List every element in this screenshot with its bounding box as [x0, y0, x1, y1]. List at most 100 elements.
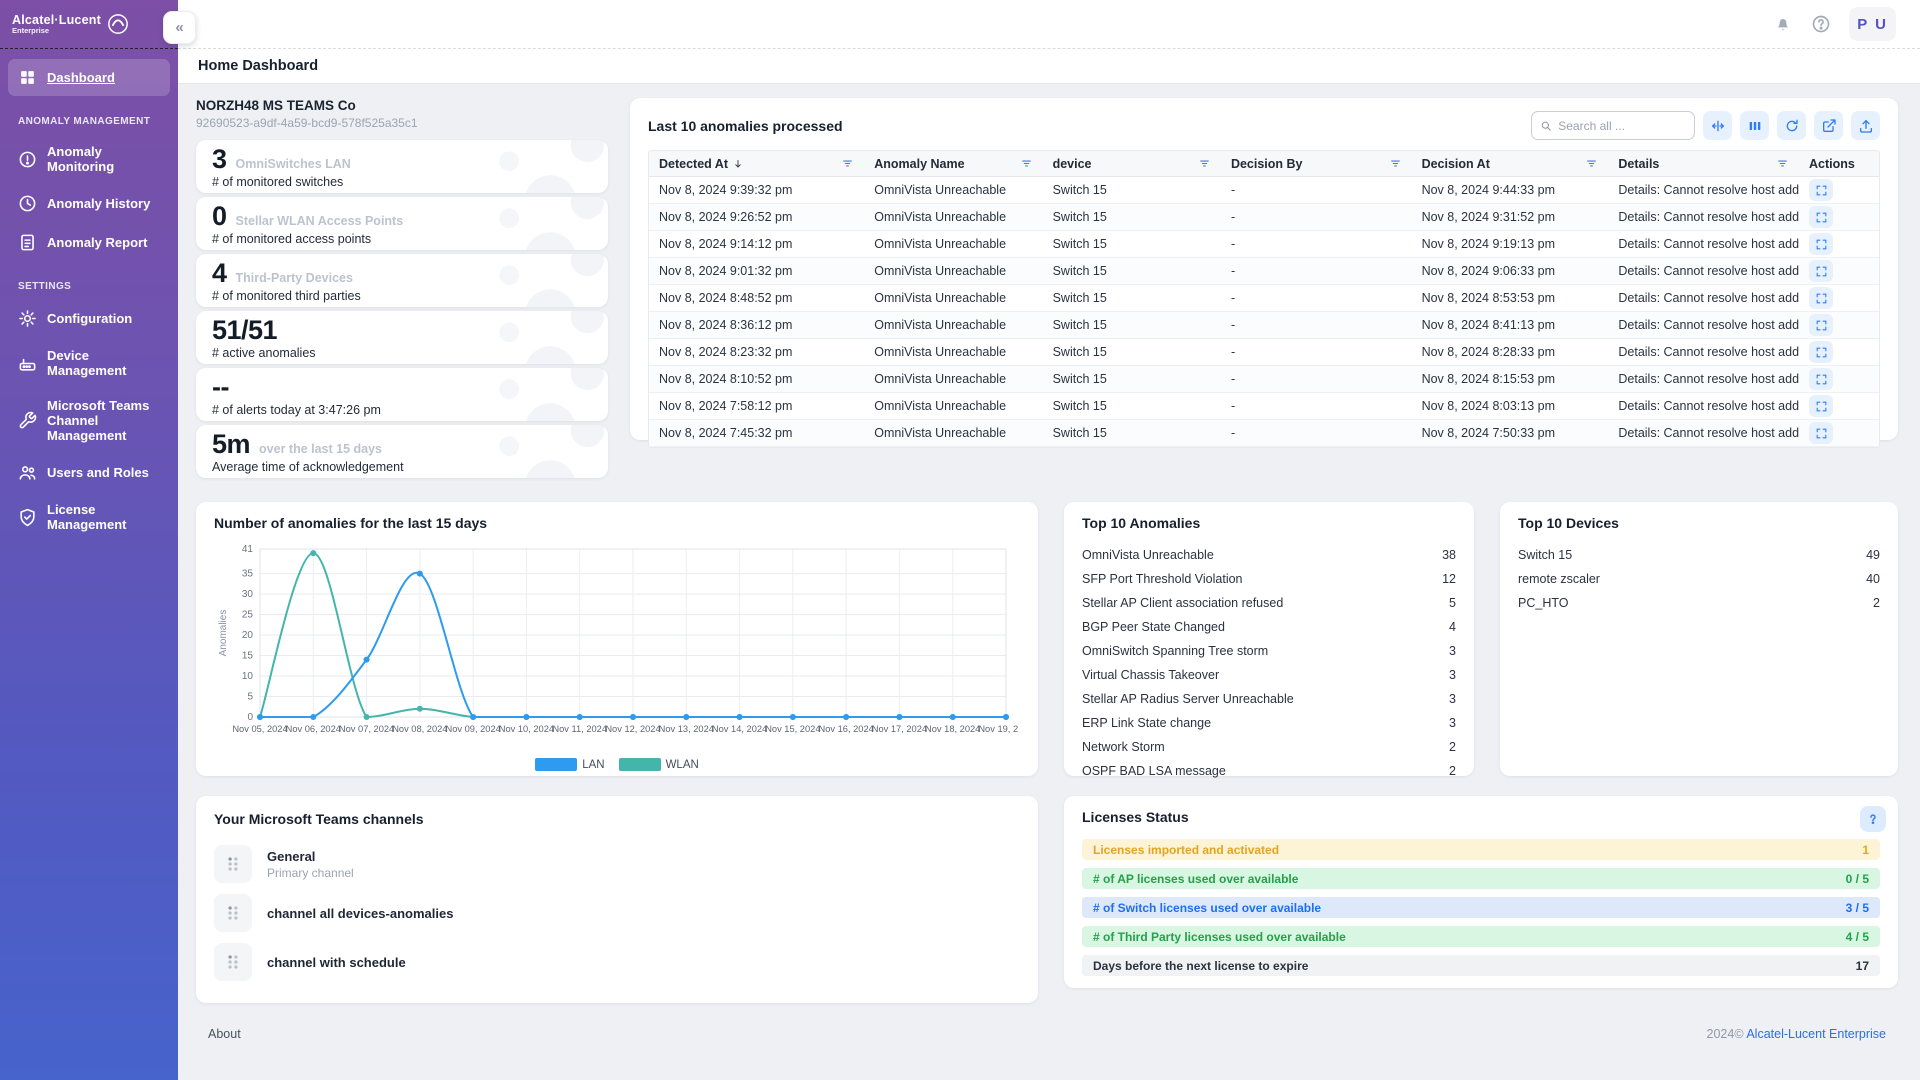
table-row[interactable]: Nov 8, 2024 7:58:12 pmOmniVista Unreacha… — [649, 393, 1879, 420]
table-row[interactable]: Nov 8, 2024 9:14:12 pmOmniVista Unreacha… — [649, 231, 1879, 258]
cell-decision-by: - — [1221, 231, 1412, 257]
sidebar-item-anomaly-monitoring[interactable]: Anomaly Monitoring — [8, 135, 170, 183]
stat-suffix: OmniSwitches LAN — [236, 158, 351, 171]
sidebar-item-license-management[interactable]: License Management — [8, 493, 170, 541]
table-row[interactable]: Nov 8, 2024 8:48:52 pmOmniVista Unreacha… — [649, 285, 1879, 312]
dots-grid-icon — [214, 894, 252, 932]
expand-icon — [1815, 427, 1828, 440]
column-header-decision-by[interactable]: Decision By — [1221, 151, 1412, 176]
expand-row-button[interactable] — [1809, 422, 1833, 444]
filter-icon[interactable] — [1776, 157, 1789, 170]
license-label: # of Third Party licenses used over avai… — [1093, 930, 1346, 944]
copyright-link[interactable]: Alcatel-Lucent Enterprise — [1746, 1027, 1886, 1041]
rank-name: remote zscaler — [1518, 572, 1600, 586]
teams-channel-row[interactable]: channel all devices-anomalies — [214, 894, 1020, 932]
expand-row-button[interactable] — [1809, 368, 1833, 390]
cell-decision-by: - — [1221, 366, 1412, 392]
filter-icon[interactable] — [1585, 157, 1598, 170]
expand-row-button[interactable] — [1809, 287, 1833, 309]
stat-label: # active anomalies — [212, 346, 592, 360]
svg-text:0: 0 — [247, 712, 253, 723]
sidebar-item-users-and-roles[interactable]: Users and Roles — [8, 454, 170, 491]
cell-details: Details: Cannot resolve host addresss ..… — [1608, 285, 1799, 311]
dots-grid-icon — [214, 845, 252, 883]
svg-text:Nov 15, 2024: Nov 15, 2024 — [765, 724, 820, 734]
sidebar-item-label: Configuration — [47, 311, 132, 326]
table-row[interactable]: Nov 8, 2024 9:39:32 pmOmniVista Unreacha… — [649, 177, 1879, 204]
column-label: Details — [1618, 157, 1659, 171]
expand-row-button[interactable] — [1809, 314, 1833, 336]
table-row[interactable]: Nov 8, 2024 9:26:52 pmOmniVista Unreacha… — [649, 204, 1879, 231]
sidebar-item-anomaly-history[interactable]: Anomaly History — [8, 185, 170, 222]
refresh-button[interactable] — [1777, 111, 1806, 140]
refresh-icon — [1784, 118, 1800, 134]
cell-detected-at: Nov 8, 2024 8:48:52 pm — [649, 285, 864, 311]
chart-legend: LANWLAN — [214, 758, 1020, 771]
table-row[interactable]: Nov 8, 2024 9:01:32 pmOmniVista Unreacha… — [649, 258, 1879, 285]
table-row[interactable]: Nov 8, 2024 8:36:12 pmOmniVista Unreacha… — [649, 312, 1879, 339]
top-device-row: remote zscaler40 — [1518, 567, 1880, 591]
cell-decision-by: - — [1221, 339, 1412, 365]
svg-text:Nov 17, 2024: Nov 17, 2024 — [872, 724, 927, 734]
device-icon — [18, 354, 37, 373]
expand-row-button[interactable] — [1809, 206, 1833, 228]
cell-anomaly-name: OmniVista Unreachable — [864, 204, 1042, 230]
column-header-anomaly-name[interactable]: Anomaly Name — [864, 151, 1042, 176]
help-circle-icon[interactable] — [1811, 14, 1831, 34]
channel-name: channel all devices-anomalies — [267, 906, 453, 921]
sidebar-collapse-button[interactable]: « — [163, 11, 196, 44]
resize-columns-button[interactable] — [1703, 111, 1732, 140]
clock-icon — [18, 194, 37, 213]
user-avatar[interactable]: P U — [1849, 7, 1896, 41]
rank-name: BGP Peer State Changed — [1082, 620, 1225, 634]
filter-icon[interactable] — [841, 157, 854, 170]
cell-actions — [1799, 285, 1879, 311]
top-devices-panel: Top 10 Devices Switch 1549remote zscaler… — [1500, 502, 1898, 776]
about-link[interactable]: About — [208, 1027, 241, 1041]
expand-row-button[interactable] — [1809, 179, 1833, 201]
columns-button[interactable] — [1740, 111, 1769, 140]
top-anomaly-row: BGP Peer State Changed4 — [1082, 615, 1456, 639]
open-external-button[interactable] — [1814, 111, 1843, 140]
licenses-help-button[interactable] — [1860, 806, 1886, 832]
table-row[interactable]: Nov 8, 2024 8:23:32 pmOmniVista Unreacha… — [649, 339, 1879, 366]
stat-label: # of monitored switches — [212, 175, 592, 189]
search-input[interactable] — [1558, 119, 1686, 133]
column-header-details[interactable]: Details — [1608, 151, 1799, 176]
page-title: Home Dashboard — [198, 58, 318, 74]
cell-anomaly-name: OmniVista Unreachable — [864, 339, 1042, 365]
expand-row-button[interactable] — [1809, 341, 1833, 363]
licenses-panel: Licenses Status Licenses imported and ac… — [1064, 796, 1898, 988]
svg-text:Anomalies: Anomalies — [218, 610, 229, 657]
sidebar-item-configuration[interactable]: Configuration — [8, 300, 170, 337]
expand-row-button[interactable] — [1809, 395, 1833, 417]
cell-details: Details: Cannot resolve host addresss ..… — [1608, 204, 1799, 230]
table-row[interactable]: Nov 8, 2024 8:10:52 pmOmniVista Unreacha… — [649, 366, 1879, 393]
expand-row-button[interactable] — [1809, 233, 1833, 255]
sidebar-item-microsoft-teams-channel-management[interactable]: Microsoft Teams Channel Management — [8, 389, 170, 452]
upload-button[interactable] — [1851, 111, 1880, 140]
cell-detected-at: Nov 8, 2024 9:39:32 pm — [649, 177, 864, 203]
sidebar-item-label: Anomaly Monitoring — [47, 144, 160, 174]
sidebar-item-dashboard[interactable]: Dashboard — [8, 59, 170, 96]
column-header-actions[interactable]: Actions — [1799, 151, 1879, 176]
expand-row-button[interactable] — [1809, 260, 1833, 282]
column-header-device[interactable]: device — [1043, 151, 1221, 176]
notifications-bell-icon[interactable] — [1773, 14, 1793, 34]
top-anomaly-row: OSPF BAD LSA message2 — [1082, 759, 1456, 783]
cell-detected-at: Nov 8, 2024 7:58:12 pm — [649, 393, 864, 419]
column-header-decision-at[interactable]: Decision At — [1412, 151, 1609, 176]
sort-down-icon — [732, 158, 744, 170]
column-header-detected-at[interactable]: Detected At — [649, 151, 864, 176]
filter-icon[interactable] — [1020, 157, 1033, 170]
filter-icon[interactable] — [1198, 157, 1211, 170]
teams-channel-row[interactable]: GeneralPrimary channel — [214, 845, 1020, 883]
sidebar-item-device-management[interactable]: Device Management — [8, 339, 170, 387]
legend-swatch — [619, 758, 661, 771]
table-row[interactable]: Nov 8, 2024 7:45:32 pmOmniVista Unreacha… — [649, 420, 1879, 447]
filter-icon[interactable] — [1389, 157, 1402, 170]
rank-name: PC_HTO — [1518, 596, 1568, 610]
sidebar-item-anomaly-report[interactable]: Anomaly Report — [8, 224, 170, 261]
svg-text:10: 10 — [242, 671, 254, 682]
teams-channel-row[interactable]: channel with schedule — [214, 943, 1020, 981]
